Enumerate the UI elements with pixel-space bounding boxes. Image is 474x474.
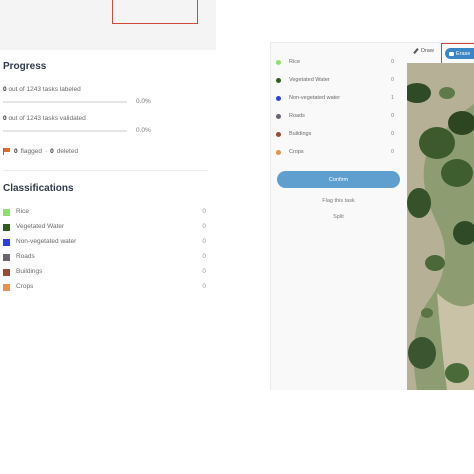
flagged-count: 0 [14,148,18,155]
progress-title: Progress [3,61,47,72]
deleted-count: 0 [50,148,54,155]
class-option[interactable]: Crops 0 [276,149,394,159]
satellite-image[interactable] [407,63,474,390]
color-swatch [3,209,10,216]
classification-label: Non-vegetated water [16,238,77,245]
classification-count: 0 [202,283,206,290]
labeled-stat: 0 out of 1243 tasks labeled [3,86,81,93]
labeled-percent: 0.0% [136,98,151,105]
drawing-toolbar: Draw Erase [407,43,474,65]
color-swatch [3,284,10,291]
class-option[interactable]: Roads 0 [276,113,394,123]
color-swatch [3,224,10,231]
top-strip [0,0,216,50]
labeled-text: out of 1243 tasks labeled [8,86,81,93]
draw-label: Draw [421,48,434,54]
draw-button[interactable]: Draw [413,48,434,54]
erase-button[interactable]: Erase [445,48,474,59]
flag-icon [3,148,11,155]
flagged-text: flagged [20,148,42,155]
validated-stat: 0 out of 1243 tasks validated [3,115,86,122]
validated-percent: 0.0% [136,127,151,134]
class-option-label: Vegetated Water [289,77,330,83]
classifications-title: Classifications [3,183,74,194]
class-option-label: Rice [289,59,301,65]
confirm-button[interactable]: Confirm [277,171,400,188]
class-option-count: 1 [390,95,394,101]
separator: · [44,148,48,155]
class-color-dot [276,150,281,155]
class-option-count: 0 [390,149,394,155]
color-swatch [3,254,10,261]
classification-item: Buildings 0 [3,268,208,278]
classification-label: Crops [16,283,34,290]
highlight-box [112,0,198,24]
class-option[interactable]: Non-vegetated water 1 [276,95,394,105]
classification-item: Vegetated Water 0 [3,223,208,233]
task-panel: Rice 0 Vegetated Water 0 Non-vegetated water… [270,42,474,390]
classification-item: Non-vegetated water 0 [3,238,208,248]
labeled-progress-bar [3,101,127,103]
classification-count: 0 [202,253,206,260]
class-option-label: Buildings [289,131,312,137]
class-option[interactable]: Vegetated Water 0 [276,77,394,87]
validated-count: 0 [3,115,7,122]
classification-label: Roads [16,253,35,260]
flag-task-link[interactable]: Flag this task [277,198,400,204]
class-option-label: Crops [289,149,304,155]
color-swatch [3,269,10,276]
divider [3,170,208,171]
class-option[interactable]: Rice 0 [276,59,394,69]
class-option[interactable]: Buildings 0 [276,131,394,141]
classification-label: Rice [16,208,30,215]
sidebar-left: Progress 0 out of 1243 tasks labeled 0.0… [0,0,216,474]
classification-item: Crops 0 [3,283,208,293]
class-option-count: 0 [390,59,394,65]
deleted-text: deleted [56,148,79,155]
classification-count: 0 [202,238,206,245]
erase-label: Erase [456,50,471,57]
classification-item: Roads 0 [3,253,208,263]
class-color-dot [276,78,281,83]
classification-count: 0 [202,223,206,230]
class-option-label: Roads [289,113,305,119]
class-color-dot [276,60,281,65]
class-option-count: 0 [390,131,394,137]
labeled-count: 0 [3,86,7,93]
class-color-dot [276,114,281,119]
validated-progress-bar [3,130,127,132]
validated-text: out of 1243 tasks validated [8,115,86,122]
classification-count: 0 [202,268,206,275]
classification-label: Vegetated Water [16,223,65,230]
pencil-icon [413,48,419,54]
color-swatch [3,239,10,246]
classification-count: 0 [202,208,206,215]
satellite-imagery [407,63,474,390]
class-option-label: Non-vegetated water [289,95,341,101]
eraser-icon [449,51,454,56]
flag-row: 0 flagged · 0 deleted [3,148,78,155]
classification-label: Buildings [16,268,43,275]
class-color-dot [276,96,281,101]
classification-item: Rice 0 [3,208,208,218]
class-option-count: 0 [390,113,394,119]
class-color-dot [276,132,281,137]
class-option-count: 0 [390,77,394,83]
split-link[interactable]: Split [277,214,400,220]
